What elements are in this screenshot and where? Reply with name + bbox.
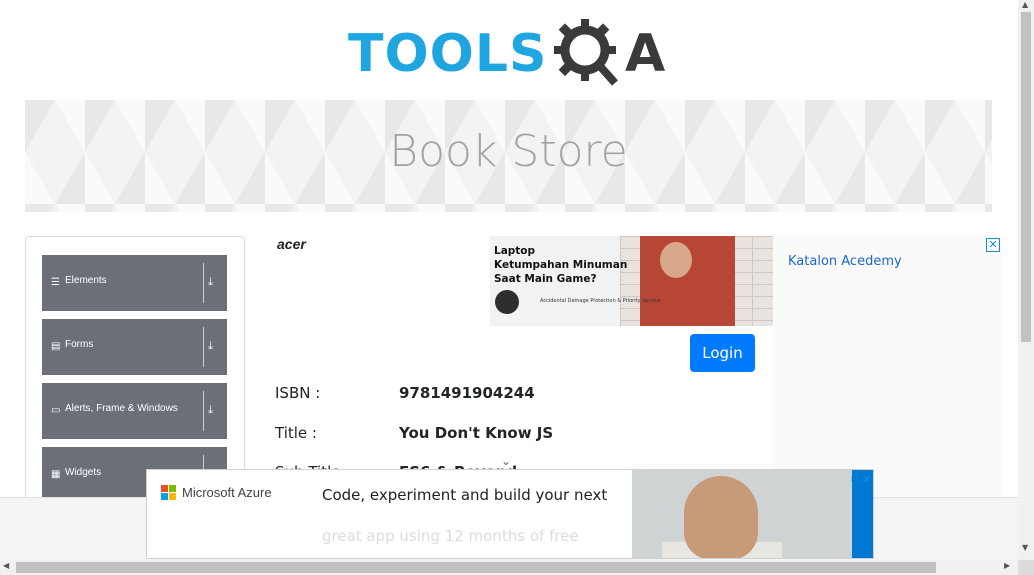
grid-icon: ▦ — [51, 469, 61, 480]
nav-group-alerts-frame-windows[interactable]: ▭ Alerts, Frame & Windows ⤓ — [42, 383, 227, 439]
title-value: You Don't Know JS — [399, 424, 554, 442]
divider — [203, 327, 204, 367]
chevron-down-icon[interactable]: ⌄ — [501, 454, 511, 468]
nav-group-label: Forms — [65, 339, 94, 350]
ad-headline: Code, experiment and build your next — [322, 486, 608, 504]
nav-group-label: Elements — [65, 275, 107, 286]
ad-line-2: Ketumpahan Minuman — [494, 259, 628, 271]
ad-line-1: Laptop — [494, 245, 536, 257]
nav-group-label: Widgets — [65, 467, 102, 478]
nav-group-label: Alerts, Frame & Windows — [65, 403, 178, 414]
ad-person-face — [660, 242, 692, 278]
vertical-scrollbar[interactable]: ▲ ▼ — [1018, 0, 1034, 560]
divider — [203, 263, 204, 303]
ad-person-face — [684, 476, 758, 558]
acer-advertisement[interactable]: Laptop Ketumpahan Minuman Saat Main Game… — [490, 236, 773, 326]
ad-person-photo — [632, 470, 852, 558]
expand-icon[interactable]: ⤓ — [208, 275, 213, 289]
nav-group-elements[interactable]: ☰ Elements ⤓ — [42, 255, 227, 311]
vertical-scroll-thumb[interactable] — [1021, 12, 1031, 342]
scroll-left-icon[interactable]: ◀ — [3, 561, 9, 570]
azure-advertisement[interactable]: Microsoft Azure Code, experiment and bui… — [146, 469, 874, 559]
expand-icon[interactable]: ⤓ — [208, 339, 213, 353]
form-icon: ▤ — [51, 341, 61, 352]
page-banner: Book Store — [25, 100, 992, 212]
nav-group-forms[interactable]: ▤ Forms ⤓ — [42, 319, 227, 375]
title-label: Title : — [275, 424, 317, 442]
close-icon[interactable]: ✕ — [986, 238, 1000, 252]
ad-fine-print: Accidental Damage Protection & Priority … — [540, 298, 661, 304]
gear-search-icon — [554, 19, 618, 86]
katalon-advertisement[interactable]: Katalon Acedemy ✕ — [773, 236, 1002, 498]
divider — [203, 391, 204, 431]
ad-info-close-icon[interactable]: ⓘ✕ — [851, 471, 871, 487]
care-badge-icon — [495, 290, 519, 314]
broken-image-alt-text[interactable]: Katalon Acedemy — [788, 254, 902, 269]
login-button[interactable]: Login — [690, 334, 755, 372]
scroll-right-icon[interactable]: ▶ — [1004, 561, 1010, 570]
ad-line-3: Saat Main Game? — [494, 273, 597, 285]
scrollbar-corner — [1018, 560, 1034, 575]
horizontal-scrollbar[interactable]: ◀ ▶ — [0, 560, 1018, 575]
menu-icon: ☰ — [51, 277, 60, 288]
scroll-down-icon[interactable]: ▼ — [1022, 543, 1028, 552]
logo-suffix: A — [625, 24, 666, 84]
ad-brand-name: Microsoft Azure — [182, 485, 272, 500]
ad-subline: great app using 12 months of free — [322, 527, 579, 545]
acer-logo[interactable]: acer — [277, 236, 306, 252]
isbn-value: 9781491904244 — [399, 384, 535, 402]
microsoft-logo-icon — [161, 485, 177, 501]
page-title: Book Store — [389, 126, 628, 177]
logo-text: TOOLS — [348, 24, 548, 84]
window-icon: ▭ — [51, 405, 61, 416]
scroll-up-icon[interactable]: ▲ — [1022, 0, 1028, 9]
expand-icon[interactable]: ⤓ — [208, 403, 213, 417]
toolsqa-logo[interactable]: TOOLS A — [348, 14, 673, 92]
horizontal-scroll-thumb[interactable] — [16, 562, 936, 573]
isbn-label: ISBN : — [275, 384, 321, 402]
